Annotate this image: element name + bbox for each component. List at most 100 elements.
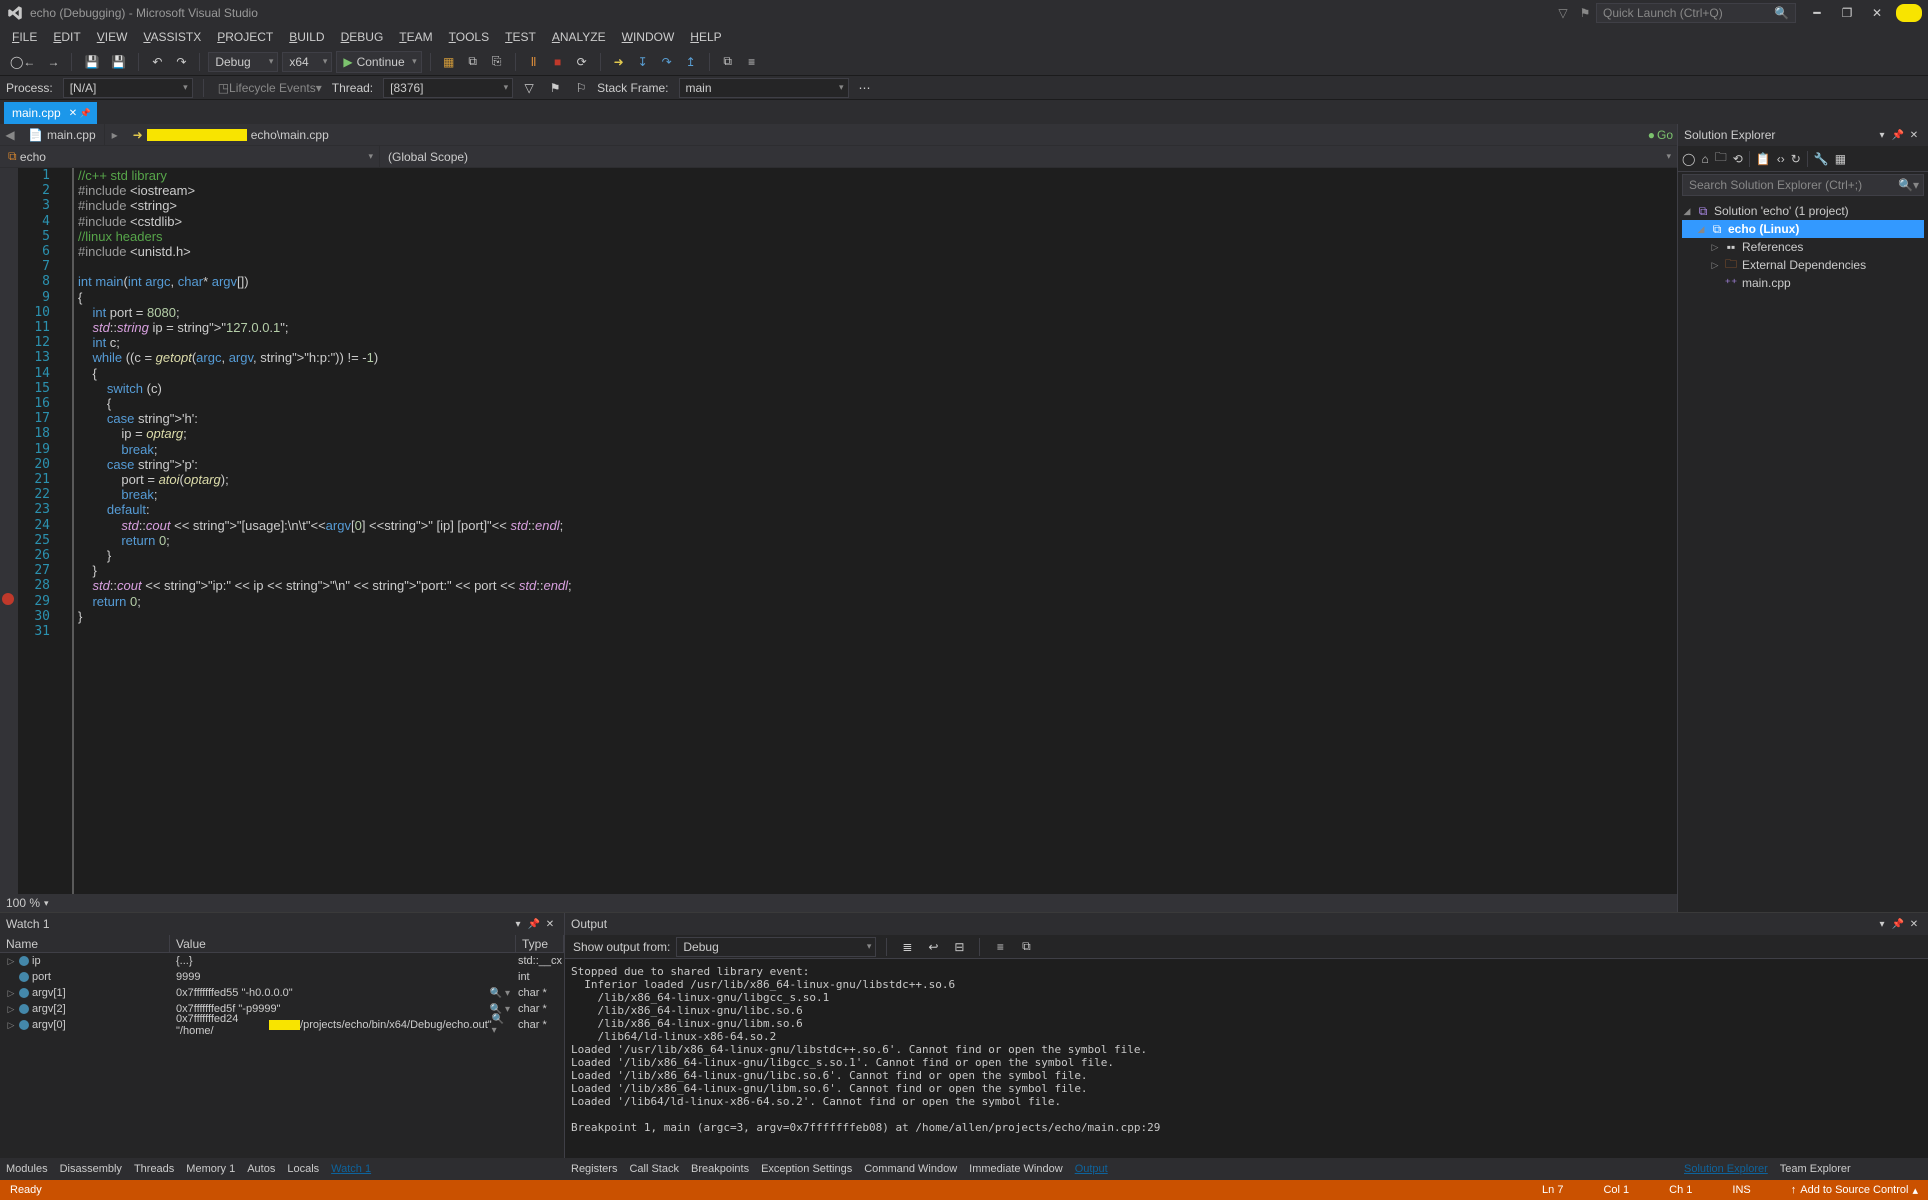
thread-flag-button[interactable]: ⚑ (545, 77, 565, 99)
output-clear-button[interactable]: ≣ (897, 936, 917, 958)
stop-debug-button[interactable]: ■ (548, 51, 568, 73)
menu-edit[interactable]: EDIT (47, 28, 86, 46)
menu-window[interactable]: WINDOW (616, 28, 681, 46)
output-opt2-button[interactable]: ⧉ (1016, 936, 1036, 958)
tree-extdeps-node[interactable]: ▷🗀External Dependencies (1682, 256, 1924, 274)
watch-row[interactable]: port9999int (0, 969, 564, 985)
tab-call-stack[interactable]: Call Stack (623, 1160, 685, 1178)
se-copy-icon[interactable]: 📋 (1756, 152, 1771, 166)
tab-team-explorer[interactable]: Team Explorer (1774, 1160, 1857, 1178)
output-close-icon[interactable]: ✕ (1906, 919, 1922, 930)
config-select[interactable]: Debug (208, 52, 278, 72)
signin-avatar[interactable] (1896, 4, 1922, 22)
member-scope-select[interactable]: (Global Scope) (380, 146, 1677, 167)
se-pending-icon[interactable]: 🗀 (1715, 148, 1727, 169)
tree-solution-node[interactable]: ◢⧉Solution 'echo' (1 project) (1682, 202, 1924, 220)
restore-button[interactable]: ❐ (1832, 2, 1862, 24)
watch-row[interactable]: ▷ argv[0]0x7fffffffed24 "/home//projects… (0, 1017, 564, 1033)
output-toggle-button[interactable]: ⊟ (949, 936, 969, 958)
undo-button[interactable]: ↶ (147, 51, 167, 73)
step-out-button[interactable]: ↥ (681, 51, 701, 73)
watch-close-icon[interactable]: ✕ (542, 919, 558, 930)
show-next-statement-button[interactable]: ➜ (609, 51, 629, 73)
menu-build[interactable]: BUILD (283, 28, 330, 46)
thread-select[interactable]: [8376] (383, 78, 513, 98)
redo-button[interactable]: ↷ (171, 51, 191, 73)
tab-memory-1[interactable]: Memory 1 (180, 1160, 241, 1178)
add-to-source-control[interactable]: ↑ Add to Source Control ▴ (1791, 1184, 1918, 1197)
tab-breakpoints[interactable]: Breakpoints (685, 1160, 755, 1178)
tb-icon-3[interactable]: ⎘ (487, 51, 507, 73)
stackframe-opts-button[interactable]: ⋯ (855, 77, 875, 99)
output-dropdown-icon[interactable]: ▾ (1874, 919, 1890, 930)
tab-autos[interactable]: Autos (241, 1160, 281, 1178)
menu-vassistx[interactable]: VASSISTX (137, 28, 207, 46)
watch-dropdown-icon[interactable]: ▾ (510, 919, 526, 930)
tb-misc-1[interactable]: ⧉ (718, 51, 738, 73)
tab-command-window[interactable]: Command Window (858, 1160, 963, 1178)
output-pin-icon[interactable]: 📌 (1890, 919, 1906, 930)
code-editor[interactable]: 1234567891011121314151617181920212223242… (0, 168, 1677, 894)
nav-crumb-file[interactable]: 📄main.cpp (20, 124, 104, 145)
lifecycle-events-button[interactable]: ◳ Lifecycle Events ▾ (214, 77, 326, 99)
menu-file[interactable]: FILE (6, 28, 43, 46)
thread-filter-button[interactable]: ▽ (519, 77, 539, 99)
tab-disassembly[interactable]: Disassembly (54, 1160, 128, 1178)
menu-project[interactable]: PROJECT (211, 28, 279, 46)
tab-watch-1[interactable]: Watch 1 (325, 1160, 377, 1178)
watch-pin-icon[interactable]: 📌 (526, 919, 542, 930)
menu-tools[interactable]: TOOLS (443, 28, 495, 46)
menu-debug[interactable]: DEBUG (335, 28, 390, 46)
thread-flag2-button[interactable]: ⚐ (571, 77, 591, 99)
save-all-button[interactable]: 💾 (107, 51, 130, 73)
panel-close-icon[interactable]: ✕ (1906, 130, 1922, 141)
se-refresh-icon[interactable]: ↻ (1791, 152, 1801, 166)
output-source-select[interactable]: Debug (676, 937, 876, 957)
se-back-icon[interactable]: ◯ (1682, 152, 1695, 166)
break-all-button[interactable]: Ⅱ (524, 51, 544, 73)
panel-dropdown-icon[interactable]: ▾ (1874, 130, 1890, 141)
output-text[interactable]: Stopped due to shared library event: Inf… (565, 959, 1928, 1158)
quick-launch-input[interactable]: Quick Launch (Ctrl+Q) 🔍 (1596, 3, 1796, 23)
se-showall-icon[interactable]: ▦ (1835, 152, 1846, 166)
tab-modules[interactable]: Modules (0, 1160, 54, 1178)
nav-back-button[interactable]: ◯← (6, 51, 39, 73)
tree-project-node[interactable]: ◢⧉echo (Linux) (1682, 220, 1924, 238)
tab-output[interactable]: Output (1069, 1160, 1114, 1178)
tab-threads[interactable]: Threads (128, 1160, 180, 1178)
pin-icon[interactable]: 📌 (80, 108, 91, 119)
watch-row[interactable]: ▷ argv[1]0x7fffffffed55 "-h0.0.0.0"🔍 ▾ch… (0, 985, 564, 1001)
minimize-button[interactable]: ━ (1802, 2, 1832, 24)
se-code-icon[interactable]: ‹› (1777, 152, 1785, 166)
se-sync-icon[interactable]: ⟲ (1733, 152, 1743, 166)
stackframe-select[interactable]: main (679, 78, 849, 98)
notification-flag-icon[interactable]: ⚑ (1576, 6, 1594, 20)
nav-go-button[interactable]: ● Go (1648, 128, 1673, 142)
notification-filter-icon[interactable]: ▽ (1554, 6, 1572, 20)
continue-button[interactable]: ▶Continue (336, 51, 421, 73)
zoom-level[interactable]: 100 % (6, 896, 40, 910)
restart-button[interactable]: ⟳ (572, 51, 592, 73)
tb-misc-2[interactable]: ≡ (742, 51, 762, 73)
platform-select[interactable]: x64 (282, 52, 332, 72)
menu-analyze[interactable]: ANALYZE (546, 28, 612, 46)
nav-fwd-button[interactable]: → (43, 51, 63, 73)
tab-registers[interactable]: Registers (565, 1160, 623, 1178)
tab-locals[interactable]: Locals (281, 1160, 325, 1178)
se-home-icon[interactable]: ⌂ (1701, 152, 1708, 166)
output-opt1-button[interactable]: ≡ (990, 936, 1010, 958)
tb-icon-2[interactable]: ⧉ (463, 51, 483, 73)
tree-references-node[interactable]: ▷▪▪References (1682, 238, 1924, 256)
close-button[interactable]: ✕ (1862, 2, 1892, 24)
save-button[interactable]: 💾 (80, 51, 103, 73)
menu-team[interactable]: TEAM (393, 28, 438, 46)
close-tab-icon[interactable]: ✕ (69, 108, 77, 119)
step-over-button[interactable]: ↷ (657, 51, 677, 73)
process-select[interactable]: [N/A] (63, 78, 193, 98)
panel-pin-icon[interactable]: 📌 (1890, 130, 1906, 141)
tb-icon-1[interactable]: ▦ (439, 51, 459, 73)
watch-row[interactable]: ▷ ip{...}std::__cx (0, 953, 564, 969)
menu-view[interactable]: VIEW (91, 28, 134, 46)
project-scope-select[interactable]: ⧉ echo (0, 146, 380, 167)
output-wrap-button[interactable]: ↩ (923, 936, 943, 958)
